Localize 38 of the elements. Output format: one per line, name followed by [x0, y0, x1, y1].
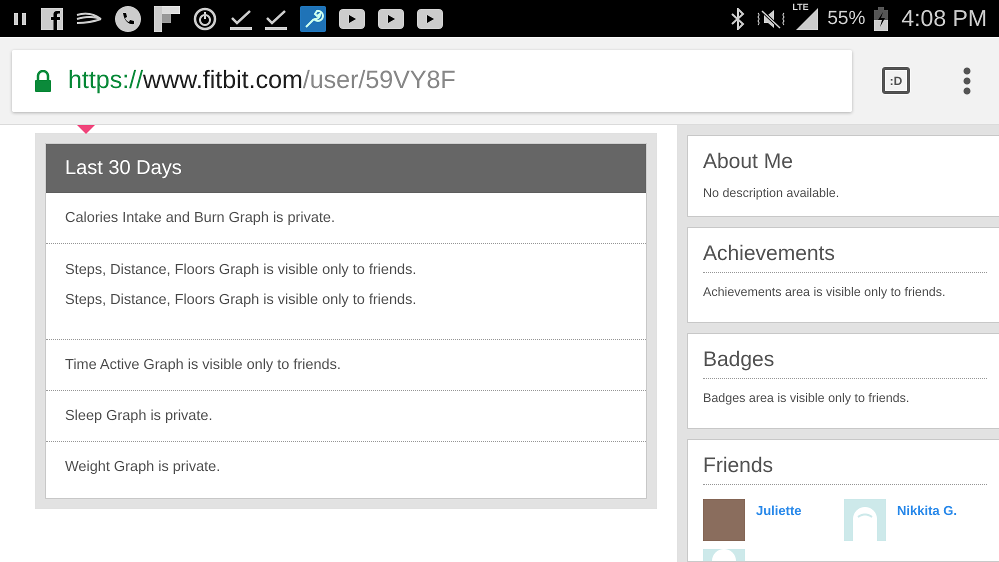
url-field[interactable]: https://www.fitbit.com/user/59VY8F [12, 50, 852, 112]
pointer-triangle-icon [77, 125, 95, 134]
battery-percent: 55% [827, 8, 866, 30]
privacy-message: Calories Intake and Burn Graph is private. [65, 210, 336, 226]
privacy-message: Time Active Graph is visible only to friends. [65, 357, 342, 373]
card-title: Last 30 Days [65, 157, 182, 180]
flipboard-icon[interactable] [154, 6, 180, 32]
menu-icon[interactable] [963, 66, 971, 94]
video-play-icon[interactable] [378, 8, 404, 28]
privacy-message: Weight Graph is private. [65, 459, 222, 475]
section-title: Friends [703, 454, 987, 485]
download-check-icon[interactable] [230, 8, 252, 30]
clock-time: 4:08 PM [901, 5, 987, 32]
phone-icon[interactable] [115, 6, 141, 32]
tab-switcher-button[interactable]: :D [882, 67, 910, 94]
friend-name-link[interactable]: Juliette [756, 502, 802, 541]
pause-icon[interactable] [12, 10, 28, 26]
friend-name-link[interactable]: Nikkita G. [897, 502, 957, 541]
download-check-icon[interactable] [265, 8, 287, 30]
section-title: Badges [703, 348, 987, 380]
power-icon[interactable] [193, 6, 217, 30]
mute-icon [755, 8, 788, 30]
section-title: Achievements [703, 242, 987, 274]
section-text: Badges area is visible only to friends. [703, 391, 910, 406]
lock-icon [34, 70, 52, 92]
battery-charging-icon [874, 6, 888, 30]
facebook-icon[interactable] [41, 8, 63, 30]
privacy-message: Steps, Distance, Floors Graph is visible only to friends. [65, 262, 418, 278]
video-play-icon[interactable] [417, 8, 443, 28]
privacy-message: Steps, Distance, Floors Graph is visible only to friends. [65, 292, 418, 308]
video-play-icon[interactable] [339, 8, 365, 28]
section-text: Achievements area is visible only to friends. [703, 285, 946, 300]
bluetooth-icon [730, 8, 746, 30]
privacy-message: Sleep Graph is private. [65, 408, 214, 424]
network-type: LTE [792, 2, 809, 12]
wrench-icon[interactable] [300, 6, 326, 32]
section-text: No description available. [703, 186, 840, 200]
section-title: About Me [703, 150, 794, 175]
